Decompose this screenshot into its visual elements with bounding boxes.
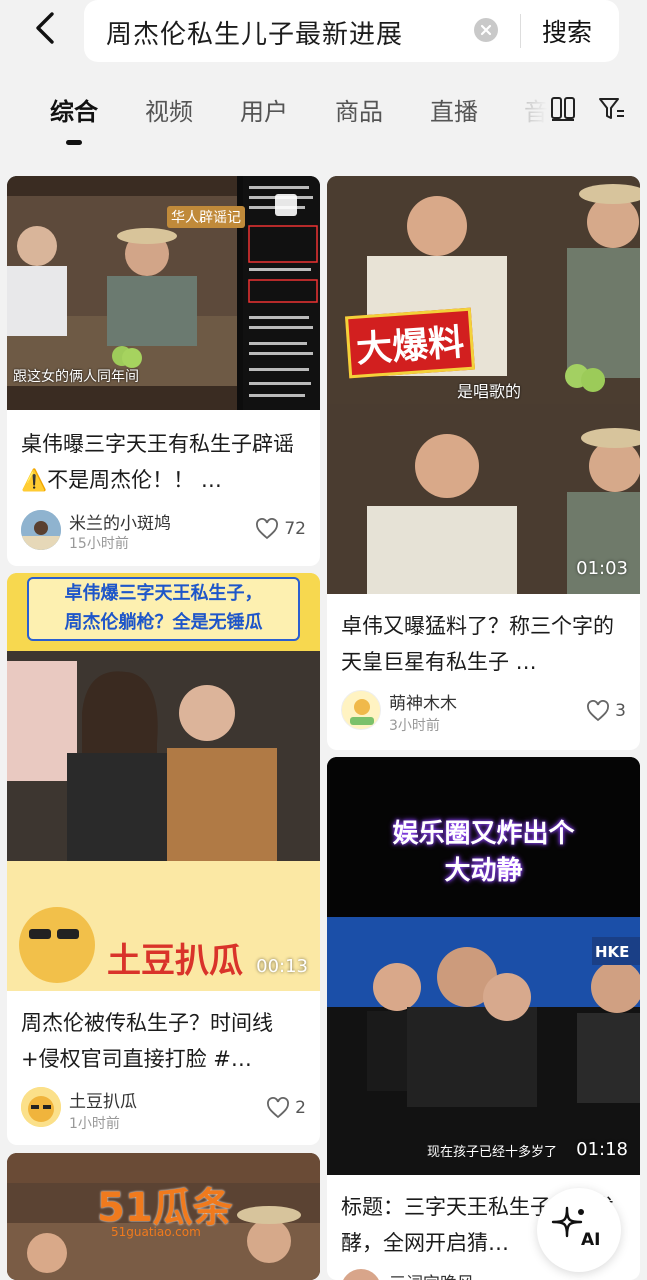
result-card[interactable]: 大爆料 是唱歌的 01:03 卓伟又曝猛料了？称三个字的天皇巨星有私生子 … 萌… — [327, 176, 640, 750]
author-name[interactable]: 三词完晚风 — [389, 1269, 474, 1280]
video-thumbnail: 卓伟爆三字天王私生子， 周杰伦躺枪？全是无锤瓜 土豆扒瓜 00:13 — [7, 573, 320, 991]
filter-icon[interactable] — [598, 96, 626, 122]
card-title: 桌伟曝三字天王有私生子辟谣⚠️不是周杰伦！！ … — [21, 432, 294, 492]
post-time: 15小时前 — [69, 536, 129, 552]
banner-line-1: 卓伟爆三字天王私生子， — [64, 583, 263, 604]
video-thumbnail: 51瓜条 51guatiao.com — [7, 1153, 320, 1280]
search-box[interactable]: 周杰伦私生儿子最新进展 搜索 — [84, 0, 619, 62]
post-time: 3小时前 — [389, 718, 440, 734]
like-count: 2 — [295, 1098, 306, 1118]
video-thumbnail: 华人辟谣记 跟这女的俩人同年间 — [7, 176, 320, 410]
thumbnail-brand: 土豆扒瓜 — [107, 941, 243, 981]
thumbnail-logo: HKE — [595, 943, 630, 961]
tab-live[interactable]: 直播 — [430, 92, 478, 127]
watermark-sub: 51guatiao.com — [111, 1225, 201, 1239]
tab-fade — [508, 84, 548, 134]
like-count: 3 — [615, 701, 626, 721]
video-thumbnail: 大爆料 是唱歌的 01:03 — [327, 176, 640, 594]
thumbnail-banner: 卓伟爆三字天王私生子， 周杰伦躺枪？全是无锤瓜 — [27, 577, 300, 641]
heart-icon — [256, 518, 279, 540]
video-duration: 01:03 — [576, 558, 628, 579]
category-tabs: 综合 视频 用户 商品 直播 音 — [0, 84, 647, 145]
active-tab-indicator — [66, 140, 82, 145]
search-button[interactable]: 搜索 — [542, 13, 592, 49]
back-arrow-icon[interactable] — [26, 8, 66, 48]
like-button[interactable]: 72 — [255, 518, 306, 540]
video-thumbnail: 娱乐圈又炸出个 大动静 HKE 现在孩子已经十多岁了 01:18 — [327, 757, 640, 1175]
thumbnail-caption: 现在孩子已经十多岁了 — [427, 1145, 558, 1160]
thumbnail-caption: 是唱歌的 — [457, 382, 522, 401]
clear-search-icon[interactable] — [474, 18, 498, 42]
heart-icon — [267, 1097, 290, 1119]
card-title: 卓伟又曝猛料了？称三个字的天皇巨星有私生子 … — [341, 614, 614, 674]
video-duration: 01:18 — [576, 1139, 628, 1160]
tab-video[interactable]: 视频 — [145, 92, 193, 127]
result-card[interactable]: 卓伟爆三字天王私生子， 周杰伦躺枪？全是无锤瓜 土豆扒瓜 00:13 周杰伦被传… — [7, 573, 320, 1145]
author-name[interactable]: 土豆扒瓜 — [69, 1087, 137, 1112]
top-line-2: 大动静 — [444, 856, 523, 886]
thumbnail-top-text: 娱乐圈又炸出个 大动静 — [327, 813, 640, 887]
author-name[interactable]: 萌神木木 — [389, 689, 457, 714]
sparkle-icon — [551, 1206, 584, 1238]
video-duration: 00:13 — [256, 956, 308, 977]
result-card[interactable]: 51瓜条 51guatiao.com — [7, 1153, 320, 1280]
search-header: 周杰伦私生儿子最新进展 搜索 — [0, 0, 647, 70]
thumbnail-caption: 跟这女的俩人同年间 — [13, 369, 139, 385]
thumbnail-headline: 大爆料 — [344, 307, 476, 379]
thumbnail-badge: 华人辟谣记 — [167, 206, 245, 228]
ai-assistant-button[interactable]: AI — [537, 1188, 621, 1272]
card-title: 周杰伦被传私生子？时间线+侵权官司直接打脸 #… — [21, 1011, 273, 1071]
avatar[interactable] — [341, 1269, 381, 1280]
search-divider — [520, 14, 521, 48]
ai-label: AI — [581, 1230, 601, 1250]
top-line-1: 娱乐圈又炸出个 — [392, 819, 575, 849]
tab-users[interactable]: 用户 — [240, 92, 288, 127]
like-button[interactable]: 3 — [586, 700, 626, 722]
post-time: 1小时前 — [69, 1116, 120, 1132]
layout-toggle-icon[interactable] — [550, 96, 576, 122]
avatar[interactable] — [341, 690, 381, 730]
like-count: 72 — [284, 519, 306, 539]
result-card[interactable]: 华人辟谣记 跟这女的俩人同年间 桌伟曝三字天王有私生子辟谣⚠️不是周杰伦！！ …… — [7, 176, 320, 566]
tab-products[interactable]: 商品 — [335, 92, 383, 127]
avatar[interactable] — [21, 510, 61, 550]
search-input[interactable]: 周杰伦私生儿子最新进展 — [106, 14, 403, 51]
author-name[interactable]: 米兰的小斑鸠 — [69, 509, 171, 534]
banner-line-2: 周杰伦躺枪？全是无锤瓜 — [64, 612, 263, 633]
heart-icon — [587, 700, 610, 722]
avatar[interactable] — [21, 1087, 61, 1127]
like-button[interactable]: 2 — [266, 1097, 306, 1119]
tab-comprehensive[interactable]: 综合 — [50, 92, 98, 127]
